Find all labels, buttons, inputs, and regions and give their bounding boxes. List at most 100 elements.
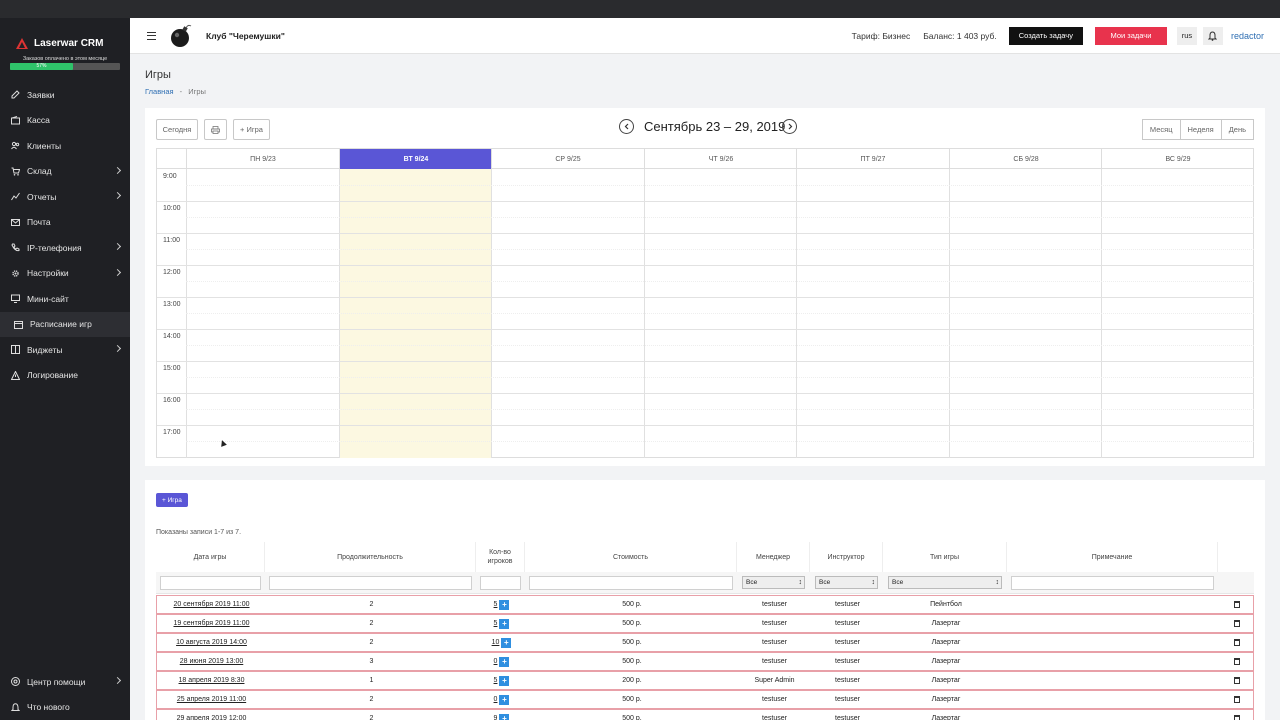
filter-input[interactable] [269,576,472,590]
trash-icon[interactable] [1234,696,1240,703]
sidebar-item-2[interactable]: Клиенты [0,133,130,159]
filter-input[interactable] [160,576,261,590]
add-player-button[interactable]: + [499,656,510,667]
players-count-link[interactable]: 5 [494,601,498,608]
window-top-strip [0,0,1280,18]
table-cell: 2 [266,691,477,708]
sidebar-item-4[interactable]: Отчеты [0,184,130,210]
add-player-button[interactable]: + [499,599,510,610]
table-cell: Лазертаг [884,653,1008,670]
column-header[interactable]: Дата игры [156,542,265,572]
table-row[interactable]: 28 июня 2019 13:00 3 0 +500 р. testuser testu… [156,652,1254,671]
trash-icon[interactable] [1234,715,1240,720]
game-date-link[interactable]: 29 апреля 2019 12:00 [177,715,247,720]
print-button[interactable] [204,119,227,140]
view-month-button[interactable]: Месяц [1141,119,1181,140]
column-header[interactable]: Стоимость [525,542,737,572]
trash-icon[interactable] [1234,601,1240,608]
add-player-button[interactable]: + [501,637,512,648]
add-game-table-button[interactable]: + Игра [156,493,188,507]
add-player-button[interactable]: + [499,618,510,629]
add-player-button[interactable]: + [499,675,510,686]
prev-week-button[interactable] [619,119,634,134]
sidebar-item-8[interactable]: Мини-сайт [0,286,130,312]
breadcrumb-home[interactable]: Главная [145,87,174,96]
sidebar-item-9[interactable]: Расписание игр [0,311,130,337]
table-row[interactable]: 19 сентября 2019 11:00 2 5 +500 р. testuser t… [156,614,1254,633]
help-icon [11,677,20,687]
sidebar-item-5[interactable]: Почта [0,210,130,236]
column-header[interactable]: Продолжительность [265,542,476,572]
table-cell: Лазертаг [884,615,1008,632]
table-cell: 2 [266,710,477,720]
players-count-link[interactable]: 10 [492,639,500,646]
game-date-link[interactable]: 19 сентября 2019 11:00 [173,620,249,627]
table-row[interactable]: 10 августа 2019 14:00 2 10 +500 р. testuser t… [156,633,1254,652]
filter-select[interactable]: Все [815,576,878,589]
column-header[interactable]: Инструктор [810,542,883,572]
view-week-button[interactable]: Неделя [1179,119,1222,140]
table-cell: testuser [811,596,884,613]
half-hour-gridline [186,281,1254,282]
sidebar-item-6[interactable]: IP-телефония [0,235,130,261]
trash-icon[interactable] [1234,620,1240,627]
game-date-link[interactable]: 18 апреля 2019 8:30 [179,677,245,684]
trash-icon[interactable] [1234,677,1240,684]
sidebar-item-100[interactable]: Центр помощи [0,669,130,695]
table-cell: 2 [266,615,477,632]
sidebar-item-10[interactable]: Виджеты [0,337,130,363]
sidebar-item-101[interactable]: Что нового [0,695,130,720]
add-player-button[interactable]: + [499,713,510,720]
table-cell: 500 р. [526,691,738,708]
table-row[interactable]: 20 сентября 2019 11:00 2 5 +500 р. testuser t… [156,595,1254,614]
trash-icon[interactable] [1234,639,1240,646]
sidebar-item-7[interactable]: Настройки [0,261,130,287]
cell-value: testuser [835,601,860,608]
filter-input[interactable] [1011,576,1214,590]
players-count-link[interactable]: 0 [494,658,498,665]
sidebar-item-1[interactable]: Касса [0,108,130,134]
chevron-right-icon [113,191,122,200]
filter-input[interactable] [529,576,733,590]
add-game-button[interactable]: + Игра [233,119,270,140]
trash-icon[interactable] [1234,658,1240,665]
game-date-link[interactable]: 10 августа 2019 14:00 [176,639,247,646]
today-button[interactable]: Сегодня [156,119,198,140]
hour-gridline [157,393,1254,394]
filter-select[interactable]: Все [742,576,805,589]
my-tasks-button[interactable]: Мои задачи [1094,26,1167,45]
game-date-link[interactable]: 25 апреля 2019 11:00 [177,696,246,703]
delete-cell [1219,691,1255,708]
breadcrumb-current: Игры [188,87,206,96]
add-player-button[interactable]: + [499,694,510,705]
column-header[interactable]: Кол-во игроков [476,542,525,572]
sidebar-item-11[interactable]: Логирование [0,363,130,389]
language-selector[interactable]: rus [1176,26,1197,45]
filter-select[interactable]: Все [888,576,1002,589]
players-count-link[interactable]: 5 [494,677,498,684]
cell-value: 2 [369,601,374,608]
table-row[interactable]: 29 апреля 2019 12:00 2 9 +500 р. testuser tes… [156,709,1254,720]
notifications-button[interactable] [1202,26,1223,45]
players-count-link[interactable]: 5 [494,620,498,627]
hamburger-menu-icon[interactable] [147,31,156,40]
column-header[interactable]: Примечание [1007,542,1218,572]
table-row[interactable]: 25 апреля 2019 11:00 2 0 +500 р. testuser tes… [156,690,1254,709]
table-row[interactable]: 18 апреля 2019 8:30 1 5 +200 р. Super Admin t… [156,671,1254,690]
view-day-button[interactable]: День [1220,119,1254,140]
next-week-button[interactable] [782,119,797,134]
game-date-link[interactable]: 28 июня 2019 13:00 [180,658,244,665]
players-count-link[interactable]: 0 [494,696,498,703]
brand[interactable]: Laserwar CRM [0,18,130,54]
hour-gridline [157,361,1254,362]
sidebar-item-0[interactable]: Заявки [0,82,130,108]
game-date-link[interactable]: 20 сентября 2019 11:00 [173,601,249,608]
column-header[interactable]: Менеджер [737,542,810,572]
user-link[interactable]: redactor [1231,31,1264,41]
sidebar-item-3[interactable]: Склад [0,159,130,185]
players-count-link[interactable]: 9 [494,715,498,720]
cell-value: testuser [762,639,787,646]
create-task-button[interactable]: Создать задачу [1008,26,1083,45]
column-header[interactable]: Тип игры [883,542,1007,572]
filter-input[interactable] [480,576,521,590]
